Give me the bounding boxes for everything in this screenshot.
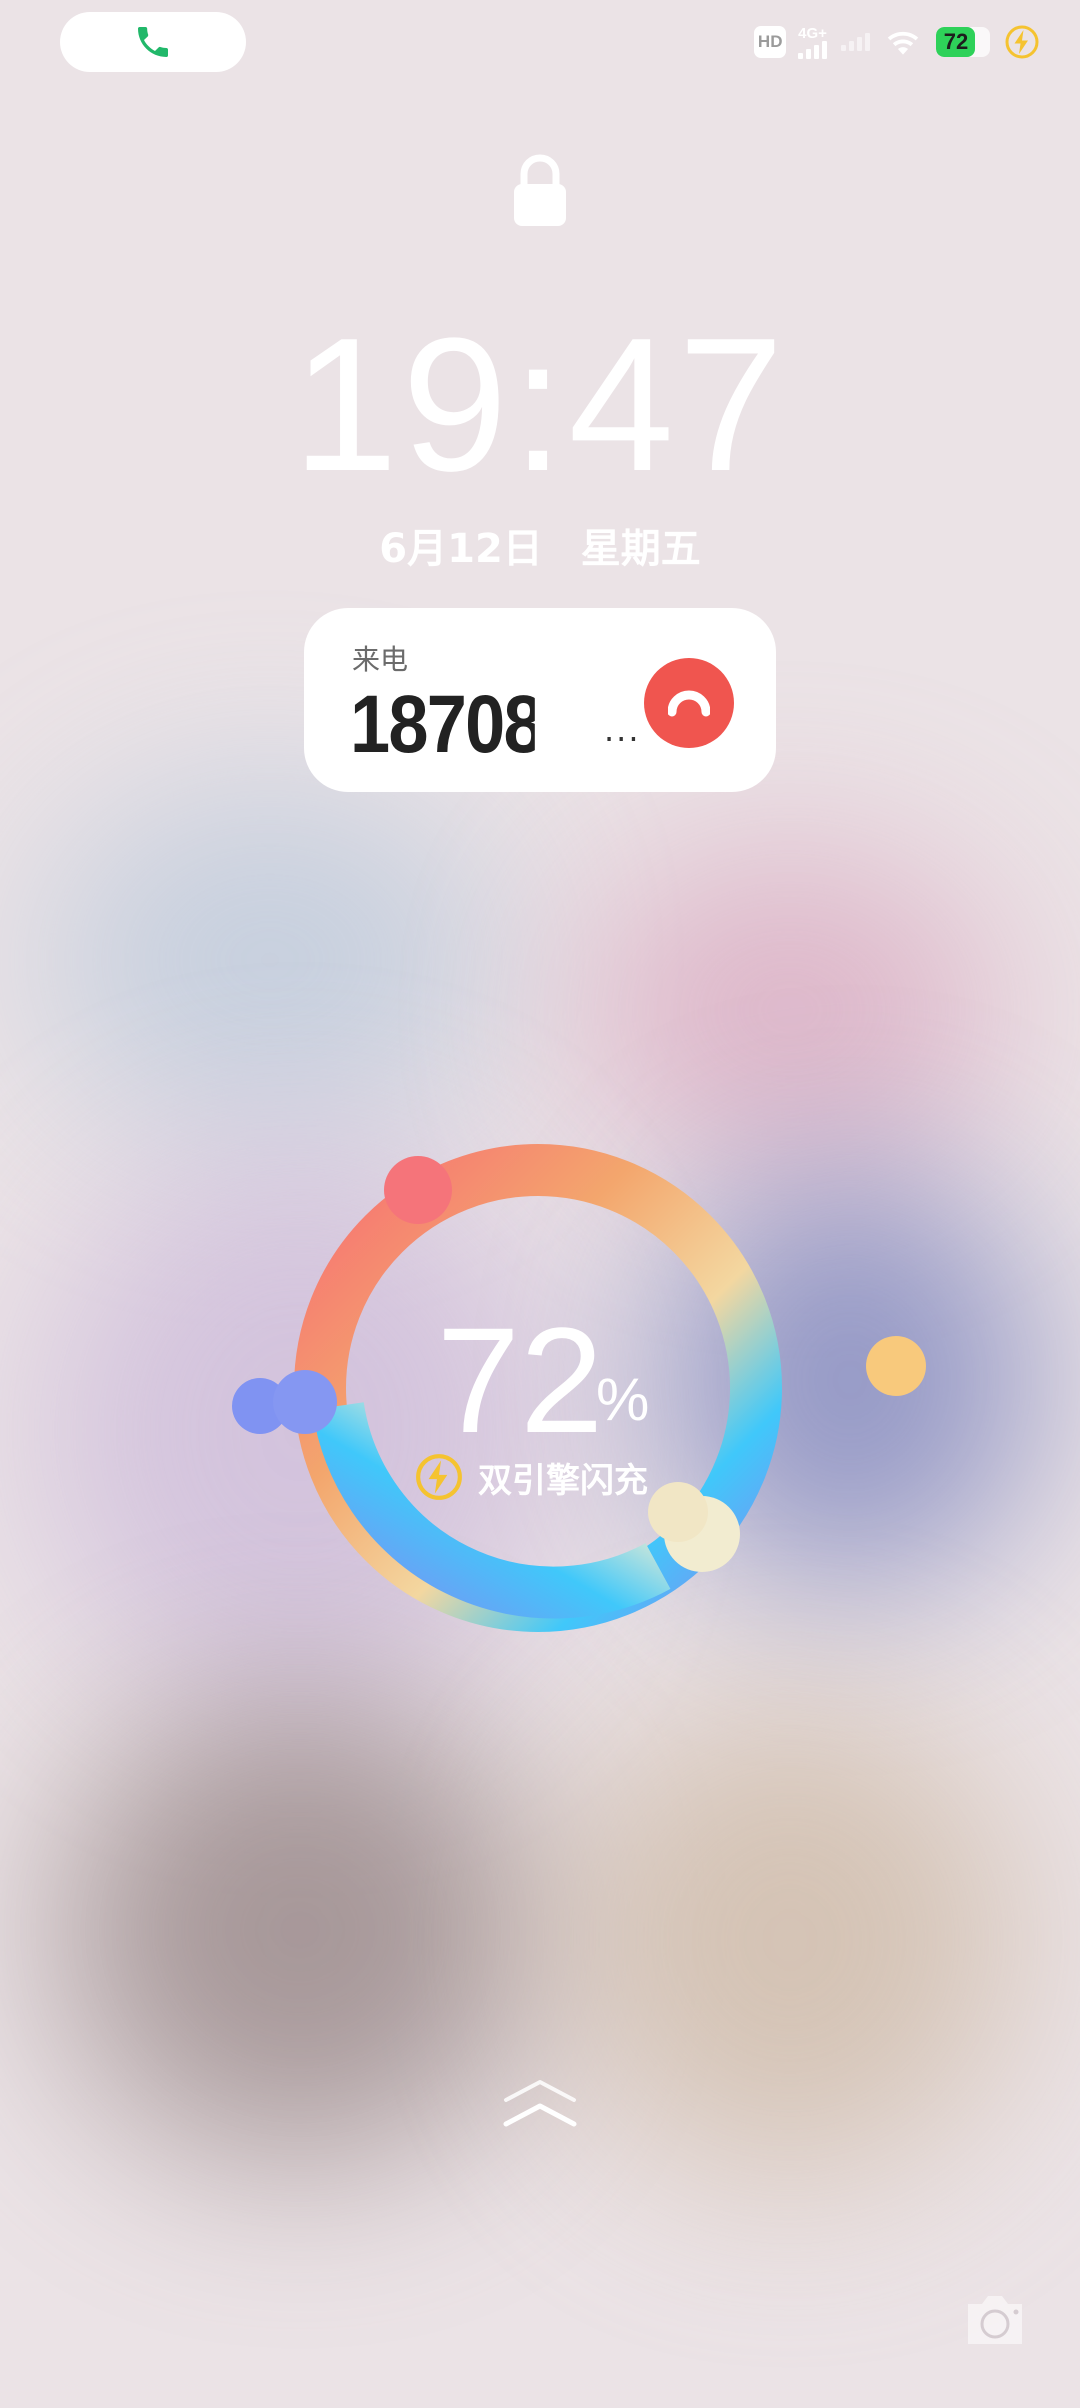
charge-percent-unit: % <box>596 1366 650 1433</box>
battery-indicator: 72 <box>936 27 990 57</box>
incoming-call-label: 来电 <box>352 643 409 676</box>
signal-sim1: 4G+ <box>798 26 827 59</box>
hangup-button[interactable] <box>644 658 734 748</box>
lock-date: 6月12日 星期五 <box>379 526 701 572</box>
ongoing-call-pill[interactable] <box>60 12 246 72</box>
status-icons: HD 1 4G+ 72 <box>754 18 1040 66</box>
hangup-icon <box>668 690 710 717</box>
signal-bars-icon <box>798 40 827 59</box>
lock-time: 19:47 <box>292 299 788 511</box>
wifi-icon <box>887 31 919 55</box>
signal-sim2-icon <box>841 33 870 51</box>
charge-mode-label: 双引擎闪充 <box>478 1460 648 1501</box>
charge-mode: 双引擎闪充 <box>414 1452 648 1502</box>
lock-icon <box>514 154 566 226</box>
lightning-icon <box>416 1454 462 1500</box>
caller-number: 187089 <box>350 679 535 770</box>
caller-number-ellipsis: ··· <box>604 720 641 758</box>
incoming-call-card[interactable]: 来电 187089 ··· <box>304 608 776 792</box>
double-chevron-up-icon[interactable] <box>500 2074 580 2134</box>
battery-level: 72 <box>943 29 969 54</box>
phone-icon <box>138 27 168 57</box>
lightning-icon <box>1005 25 1039 59</box>
side-indicator-dot <box>866 1336 926 1396</box>
hd-sim-index: 1 <box>776 43 784 59</box>
camera-icon[interactable] <box>962 2290 1028 2350</box>
network-type: 4G+ <box>798 24 827 42</box>
